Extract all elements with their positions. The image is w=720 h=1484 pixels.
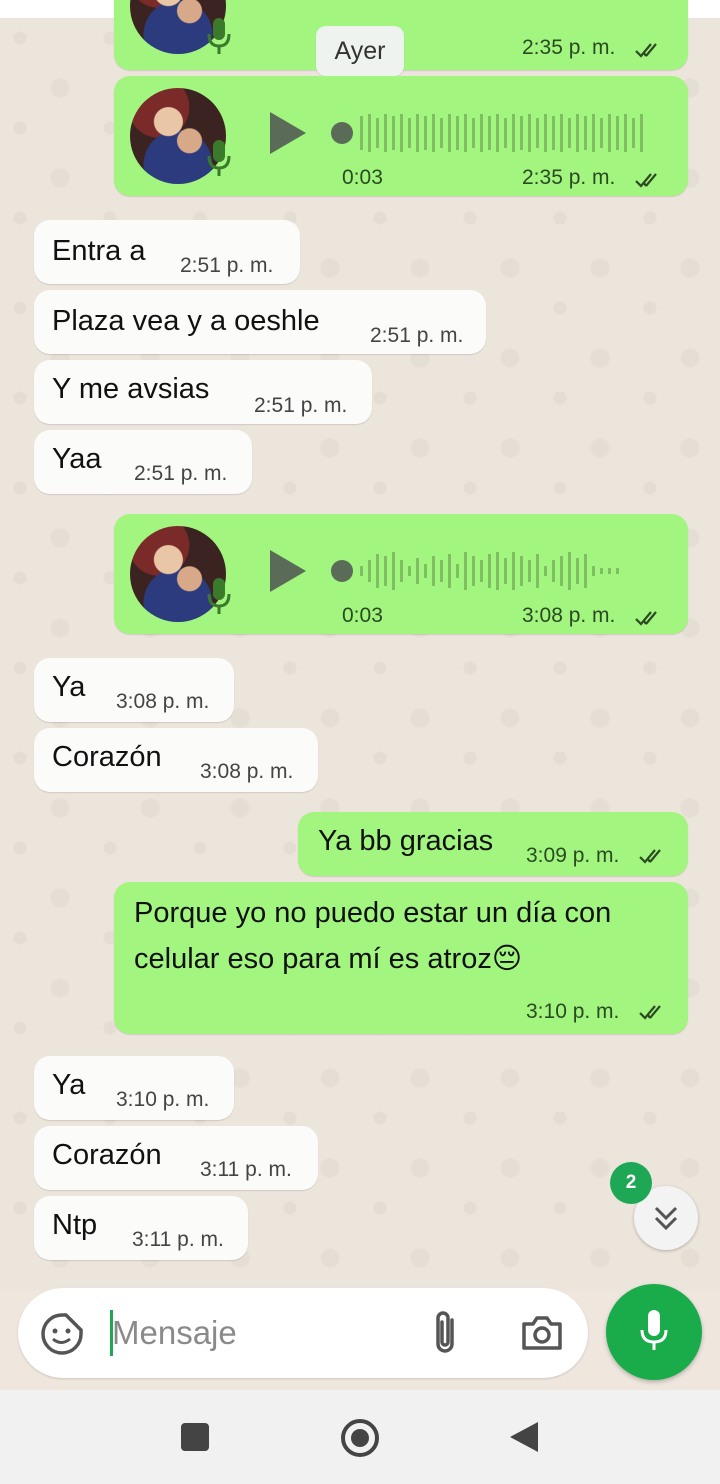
message-time: 3:08 p. m. (116, 690, 210, 713)
day-separator: Ayer (316, 26, 404, 76)
incoming-message[interactable]: Ya 3:10 p. m. (34, 1056, 234, 1120)
message-text: Ya (52, 671, 86, 703)
incoming-message[interactable]: Plaza vea y a oeshle 2:51 p. m. (34, 290, 486, 354)
nav-recents-icon[interactable] (180, 1422, 210, 1452)
voice-record-button[interactable] (606, 1284, 702, 1380)
double-check-icon (635, 611, 657, 626)
message-text: Corazón (52, 1139, 162, 1171)
sticker-icon[interactable] (40, 1312, 84, 1356)
message-time: 2:51 p. m. (254, 394, 348, 417)
unread-count-badge: 2 (610, 1162, 652, 1204)
chevrons-down-icon (654, 1206, 678, 1231)
message-text: Ya bb gracias (318, 825, 494, 857)
message-time: 3:08 p. m. (200, 760, 294, 783)
incoming-message[interactable]: Ya 3:08 p. m. (34, 658, 234, 722)
nav-home-icon[interactable] (340, 1418, 380, 1458)
message-text: Y me avsias (52, 373, 210, 405)
incoming-message[interactable]: Y me avsias 2:51 p. m. (34, 360, 372, 424)
mic-icon (640, 1310, 668, 1350)
message-text: Ntp (52, 1209, 98, 1241)
double-check-icon (639, 849, 661, 864)
message-text: Plaza vea y a oeshle (52, 305, 320, 337)
message-time: 2:51 p. m. (370, 324, 464, 347)
camera-icon[interactable] (520, 1314, 564, 1352)
message-text: Entra a (52, 235, 146, 267)
message-text: Ya (52, 1069, 86, 1101)
waveform[interactable] (328, 108, 658, 158)
message-time: 3:10 p. m. (526, 1000, 620, 1023)
incoming-message[interactable]: Corazón 3:11 p. m. (34, 1126, 318, 1190)
message-time: 2:51 p. m. (180, 254, 274, 277)
mic-icon (207, 578, 231, 614)
incoming-message[interactable]: Yaa 2:51 p. m. (34, 430, 252, 494)
voice-duration: 0:03 (342, 604, 383, 627)
message-text: Corazón (52, 741, 162, 773)
outgoing-message[interactable]: Ya bb gracias 3:09 p. m. (298, 812, 688, 876)
voice-message[interactable]: 0:03 2:35 p. m. (114, 76, 688, 196)
outgoing-message[interactable]: Porque yo no puedo estar un día con celu… (114, 882, 688, 1034)
message-time: 2:51 p. m. (134, 462, 228, 485)
incoming-message[interactable]: Ntp 3:11 p. m. (34, 1196, 248, 1260)
message-text-line-2: celular eso para mí es atroz😔 (134, 943, 523, 975)
nav-back-icon[interactable] (508, 1420, 540, 1454)
mic-icon (207, 18, 231, 54)
double-check-icon (635, 173, 657, 188)
message-text: Yaa (52, 443, 102, 475)
message-text-line-1: Porque yo no puedo estar un día con (134, 897, 612, 929)
message-composer[interactable] (18, 1288, 588, 1378)
message-time: 2:35 p. m. (522, 36, 616, 59)
mic-icon (207, 140, 231, 176)
message-time: 3:11 p. m. (200, 1158, 292, 1181)
message-time: 3:09 p. m. (526, 844, 620, 867)
double-check-icon (639, 1005, 661, 1020)
double-check-icon (635, 43, 657, 58)
message-time: 3:11 p. m. (132, 1228, 224, 1251)
play-icon[interactable] (268, 110, 308, 156)
waveform[interactable] (328, 546, 658, 596)
message-time: 3:08 p. m. (522, 604, 616, 627)
message-input[interactable]: Mensaje (112, 1308, 237, 1358)
incoming-message[interactable]: Corazón 3:08 p. m. (34, 728, 318, 792)
attach-icon[interactable] (430, 1310, 460, 1356)
incoming-message[interactable]: Entra a 2:51 p. m. (34, 220, 300, 284)
message-time: 2:35 p. m. (522, 166, 616, 189)
voice-duration: 0:03 (342, 166, 383, 189)
play-icon[interactable] (268, 548, 308, 594)
message-time: 3:10 p. m. (116, 1088, 210, 1111)
voice-message[interactable]: 0:03 3:08 p. m. (114, 514, 688, 634)
